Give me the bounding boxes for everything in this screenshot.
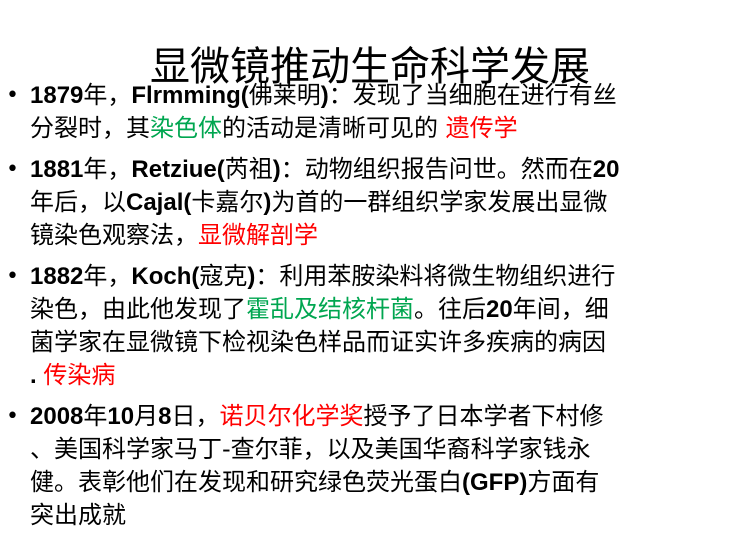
bullet-line: 菌学家在显微镜下检视染色样品而证实许多疾病的病因 bbox=[30, 326, 730, 359]
text-segment: . bbox=[30, 362, 44, 389]
text-segment: 、美国科学家马丁-查尔菲，以及美国华裔科学家钱永 bbox=[30, 435, 591, 463]
text-segment: 授予了日本学者下村修 bbox=[363, 402, 604, 430]
text-segment: 镜染色观察法， bbox=[30, 221, 198, 249]
text-segment: 年， bbox=[83, 155, 132, 183]
text-segment: 1881 bbox=[30, 156, 84, 183]
text-segment: 年后，以 bbox=[30, 188, 126, 216]
text-segment: 突出成就 bbox=[30, 501, 126, 529]
text-segment: 的活动是清晰可见的 bbox=[222, 114, 446, 142]
text-segment: ) bbox=[272, 156, 281, 183]
bullet-dot-icon: • bbox=[6, 83, 19, 108]
text-segment: 芮祖 bbox=[224, 155, 273, 183]
bullet-line: 染色，由此他发现了霍乱及结核杆菌。往后20年间，细 bbox=[30, 293, 730, 326]
text-segment: 年 bbox=[83, 402, 108, 430]
text-segment: ：发现了当细胞在进行有丝 bbox=[328, 81, 617, 109]
bullet-dot-icon: • bbox=[6, 404, 19, 429]
bullet-item: • 1881年，Retziue(芮祖)：动物组织报告问世。然而在20 年后，以Caj… bbox=[0, 153, 740, 252]
highlight-term: 显微解剖学 bbox=[198, 221, 318, 249]
bullet-line: 健。表彰他们在发现和研究绿色荧光蛋白(GFP)方面有 bbox=[30, 466, 730, 499]
text-segment: 年， bbox=[83, 81, 132, 109]
text-segment: Cajal( bbox=[126, 189, 192, 216]
highlight-term: 传染病 bbox=[43, 361, 116, 389]
text-segment: 寇克 bbox=[199, 262, 248, 290]
text-segment: 卡嘉尔 bbox=[191, 188, 264, 216]
bullet-item: • 1879年，Flrmming(佛莱明)：发现了当细胞在进行有丝 分裂时，其染色体… bbox=[0, 79, 740, 145]
bullet-line: 镜染色观察法，显微解剖学 bbox=[30, 219, 730, 252]
bullet-line: 、美国科学家马丁-查尔菲，以及美国华裔科学家钱永 bbox=[30, 433, 730, 466]
text-segment: 佛莱明 bbox=[248, 81, 321, 109]
text-segment: 染色，由此他发现了 bbox=[30, 295, 246, 323]
text-segment: 10 bbox=[107, 403, 135, 430]
text-segment: 年间，细 bbox=[512, 295, 609, 323]
highlight-term: 诺贝尔化学奖 bbox=[219, 402, 364, 430]
bullet-dot-icon: • bbox=[6, 157, 19, 182]
text-segment: 20 bbox=[486, 296, 513, 323]
bullet-dot-icon: • bbox=[6, 264, 19, 289]
text-segment: 方面有 bbox=[527, 468, 600, 496]
text-segment: 1879 bbox=[30, 82, 84, 109]
text-segment: 2008 bbox=[30, 403, 84, 430]
highlight-term: 染色体 bbox=[150, 114, 222, 142]
text-segment: 菌学家在显微镜下检视染色样品而证实许多疾病的病因 bbox=[30, 328, 606, 356]
text-segment: 。往后 bbox=[414, 295, 486, 323]
text-segment: ：利用苯胺染料将微生物组织进行 bbox=[255, 262, 616, 290]
bullet-line: 1879年，Flrmming(佛莱明)：发现了当细胞在进行有丝 bbox=[30, 79, 730, 112]
text-segment: Flrmming( bbox=[131, 82, 249, 109]
bullet-line: 突出成就 bbox=[30, 499, 730, 532]
text-segment: 8 bbox=[158, 403, 172, 430]
text-segment: 20 bbox=[592, 156, 620, 183]
text-segment: 年， bbox=[83, 262, 132, 290]
bullet-list: • 1879年，Flrmming(佛莱明)：发现了当细胞在进行有丝 分裂时，其染色体… bbox=[0, 79, 740, 540]
bullet-line: 年后，以Cajal(卡嘉尔)为首的一群组织学家发展出显微 bbox=[30, 186, 730, 219]
bullet-item: • 2008年10月8日，诺贝尔化学奖授予了日本学者下村修 、美国科学家马丁-查尔菲… bbox=[0, 400, 740, 532]
bullet-item: • 1882年，Koch(寇克)：利用苯胺染料将微生物组织进行 染色，由此他发现了霍… bbox=[0, 260, 740, 392]
text-segment: Koch( bbox=[131, 263, 200, 290]
bullet-line: 2008年10月8日，诺贝尔化学奖授予了日本学者下村修 bbox=[30, 400, 730, 433]
text-segment: 健。表彰他们在发现和研究绿色荧光蛋白 bbox=[30, 468, 462, 496]
text-segment: ：动物组织报告问世。然而在 bbox=[280, 155, 593, 183]
text-segment: ) bbox=[320, 82, 329, 109]
highlight-term: 遗传学 bbox=[445, 114, 518, 142]
text-segment: 分裂时，其 bbox=[30, 114, 150, 142]
bullet-line: . 传染病 bbox=[30, 359, 730, 392]
text-segment: (GFP) bbox=[462, 469, 528, 496]
text-segment: 为首的一群组织学家发展出显微 bbox=[271, 188, 608, 216]
text-segment: 1882 bbox=[30, 263, 84, 290]
highlight-term: 霍乱及结核杆菌 bbox=[246, 295, 414, 323]
bullet-line: 分裂时，其染色体的活动是清晰可见的 遗传学 bbox=[30, 112, 730, 145]
bullet-line: 1881年，Retziue(芮祖)：动物组织报告问世。然而在20 bbox=[30, 153, 730, 186]
text-segment: 日， bbox=[171, 402, 220, 430]
text-segment: 月 bbox=[134, 402, 159, 430]
bullet-line: 1882年，Koch(寇克)：利用苯胺染料将微生物组织进行 bbox=[30, 260, 730, 293]
text-segment: Retziue( bbox=[131, 156, 225, 183]
